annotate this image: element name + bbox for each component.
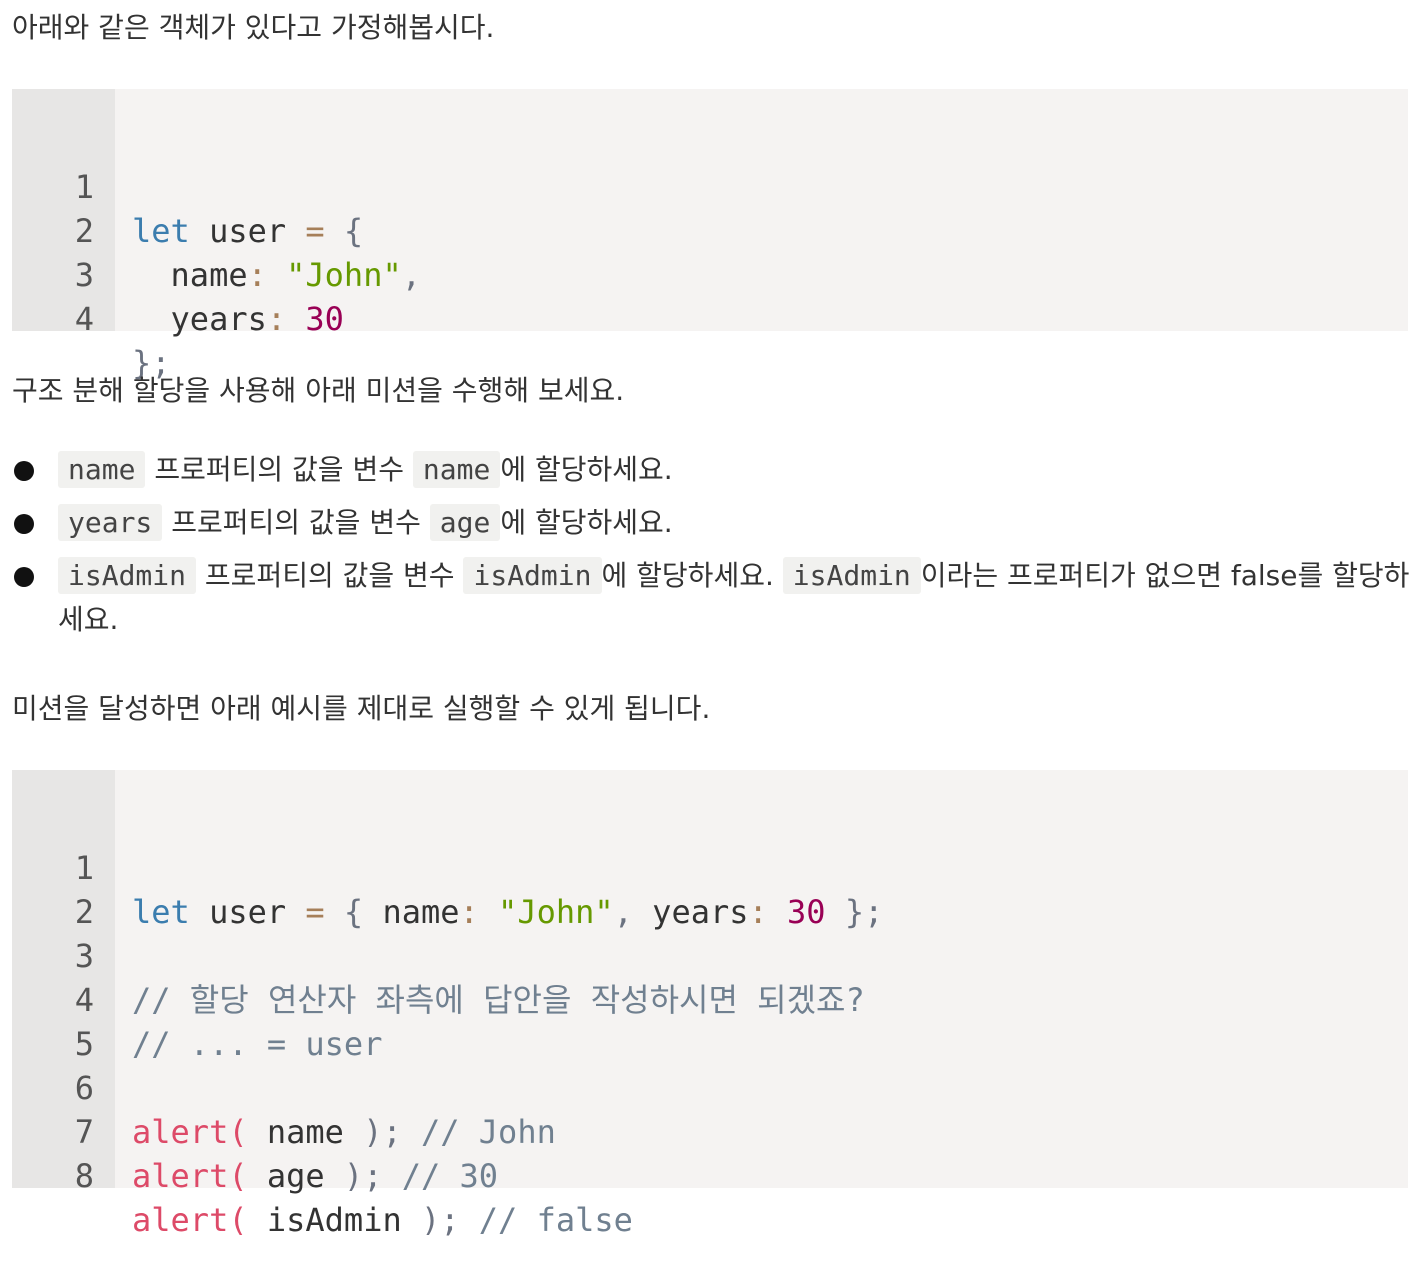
punctuation: { — [343, 893, 364, 931]
comment: // false — [478, 1201, 633, 1239]
punctuation: { — [343, 212, 364, 250]
code-line-7: 7 alert( age ); // 30 — [12, 1066, 498, 1195]
code-line-5: 5 — [12, 978, 94, 1063]
inline-code: isAdmin — [463, 557, 602, 594]
property-key: years — [652, 893, 749, 931]
code-line-1: 1 let user = { name: "John", years: 30 }… — [12, 802, 884, 931]
mission-list: name 프로퍼티의 값을 변수 name 에 할당하세요. years 프로퍼티… — [0, 448, 1422, 651]
number-value: 30 — [787, 893, 826, 931]
inline-code: age — [429, 504, 501, 541]
function-call: alert( — [132, 1201, 248, 1239]
list-item: name 프로퍼티의 값을 변수 name 에 할당하세요. — [0, 448, 1418, 492]
inline-code: isAdmin — [58, 557, 197, 594]
colon: : — [266, 300, 287, 338]
list-item: isAdmin 프로퍼티의 값을 변수 isAdmin 에 할당하세요. isAd… — [0, 554, 1418, 642]
operator: = — [305, 893, 325, 931]
function-call: alert( — [132, 1113, 248, 1151]
line-number: 4 — [74, 300, 94, 338]
inline-code: name — [412, 451, 501, 488]
punctuation: }; — [844, 893, 884, 931]
bullet-icon — [14, 461, 34, 481]
line-number: 8 — [74, 1157, 94, 1195]
code-line-4: 4 }; — [12, 253, 171, 382]
code-block-object: 1 let user = { 2 name: "John", 3 years: … — [12, 89, 1408, 382]
argument: isAdmin — [266, 1201, 402, 1239]
task-text: 구조 분해 할당을 사용해 아래 미션을 수행해 보세요. — [12, 374, 625, 407]
mission-text: 에 할당하세요. — [500, 453, 673, 486]
comment: // John — [420, 1113, 556, 1151]
mission-text: 프로퍼티의 값을 변수 — [204, 559, 455, 592]
code-line-2: 2 name: "John", — [12, 165, 421, 294]
code-line-8: 8 alert( isAdmin ); // false — [12, 1110, 633, 1239]
comment: // ... = user — [132, 1025, 383, 1063]
string-value: "John" — [498, 893, 614, 931]
code-line-3: 3 // 할당 연산자 좌측에 답안을 작성하시면 되겠죠? — [12, 890, 865, 1019]
comment: // 30 — [401, 1157, 499, 1195]
comma: , — [401, 256, 421, 294]
mission-text: 에 할당하세요. — [601, 559, 774, 592]
colon: : — [459, 893, 479, 931]
inline-code: years — [58, 504, 163, 541]
punctuation: ); — [343, 1157, 383, 1195]
code-line-1: 1 let user = { — [12, 121, 363, 250]
keyword: let — [132, 893, 190, 931]
identifier: user — [209, 893, 287, 931]
property-key: name — [382, 893, 460, 931]
code-line-6: 6 alert( name ); // John — [12, 1022, 556, 1151]
colon: : — [247, 256, 267, 294]
code-block-example: 1 let user = { name: "John", years: 30 }… — [12, 770, 1408, 1239]
operator: = — [305, 212, 325, 250]
inline-code: isAdmin — [782, 557, 921, 594]
intro-text: 아래와 같은 객체가 있다고 가정해봅시다. — [12, 11, 495, 44]
code-line-2: 2 — [12, 846, 94, 931]
comma: , — [613, 893, 633, 931]
colon: : — [748, 893, 768, 931]
argument: name — [266, 1113, 344, 1151]
punctuation: ); — [363, 1113, 402, 1151]
mission-text: 프로퍼티의 값을 변수 — [171, 506, 421, 539]
string-value: "John" — [286, 256, 402, 294]
number-value: 30 — [305, 300, 344, 338]
result-text: 미션을 달성하면 아래 예시를 제대로 실행할 수 있게 됩니다. — [12, 692, 711, 725]
punctuation: ); — [420, 1201, 460, 1239]
code-line-4: 4 // ... = user — [12, 934, 383, 1063]
property-key: name — [170, 256, 248, 294]
keyword: let — [132, 212, 190, 250]
list-item: years 프로퍼티의 값을 변수 age 에 할당하세요. — [0, 501, 1418, 545]
property-key: years — [170, 300, 267, 338]
mission-text: 프로퍼티의 값을 변수 — [154, 453, 404, 486]
identifier: user — [209, 212, 287, 250]
bullet-icon — [14, 514, 34, 534]
function-call: alert( — [132, 1157, 248, 1195]
mission-text: 에 할당하세요. — [500, 506, 673, 539]
bullet-icon — [14, 567, 34, 587]
argument: age — [266, 1157, 325, 1195]
code-line-3: 3 years: 30 — [12, 209, 344, 338]
inline-code: name — [58, 451, 146, 488]
comment: // 할당 연산자 좌측에 답안을 작성하시면 되겠죠? — [132, 981, 865, 1019]
